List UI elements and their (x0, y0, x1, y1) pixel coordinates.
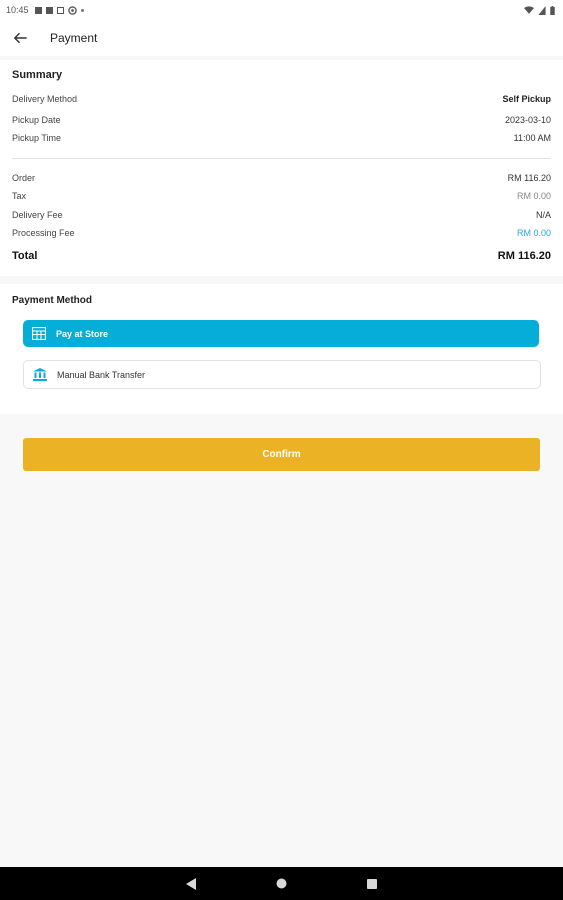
sync-icon (67, 5, 77, 15)
system-nav-bar (0, 867, 563, 900)
summary-row-label: Delivery Method (12, 94, 78, 104)
charge-row-label: Tax (12, 191, 27, 201)
payment-option-pay-at-store[interactable]: Pay at Store (23, 320, 539, 347)
payment-method-card: Payment Method Pay at Store Manual Bank … (0, 284, 563, 414)
payment-option-label: Pay at Store (56, 328, 109, 339)
back-button[interactable] (8, 26, 32, 50)
charge-row-order: Order RM 116.20 (12, 173, 551, 183)
summary-row-value: Self Pickup (502, 94, 551, 104)
charge-row-value: RM 0.00 (516, 228, 551, 238)
charge-row-value: RM 0.00 (516, 191, 551, 201)
nav-back-button[interactable] (182, 874, 202, 894)
nav-home-icon (276, 878, 287, 889)
summary-row-label: Pickup Time (12, 133, 62, 143)
total-row: Total RM 116.20 (12, 250, 551, 262)
notification-icon (45, 6, 53, 14)
charge-row-label: Delivery Fee (12, 210, 63, 220)
summary-divider (12, 158, 551, 159)
summary-row-pickup-date: Pickup Date 2023-03-10 (12, 115, 551, 125)
arrow-back-icon (14, 32, 27, 44)
summary-row-label: Pickup Date (12, 115, 61, 125)
payment-option-manual-bank-transfer[interactable]: Manual Bank Transfer (23, 360, 541, 389)
payment-method-title: Payment Method (12, 295, 93, 306)
summary-card: Summary Delivery Method Self Pickup Pick… (0, 60, 563, 276)
status-system-icons (524, 5, 555, 15)
battery-icon (550, 5, 555, 15)
nav-back-icon (186, 877, 196, 890)
charge-row-tax: Tax RM 0.00 (12, 191, 551, 201)
summary-row-delivery-method: Delivery Method Self Pickup (12, 94, 551, 104)
summary-row-value: 11:00 AM (513, 133, 551, 143)
store-icon (32, 327, 46, 341)
nav-recents-button[interactable] (362, 874, 382, 894)
more-notifications-icon (80, 8, 84, 12)
confirm-button[interactable]: Confirm (23, 438, 540, 471)
summary-row-value: 2023-03-10 (504, 115, 551, 125)
charge-row-value: RM 116.20 (507, 173, 551, 183)
charge-row-processing-fee: Processing Fee RM 0.00 (12, 228, 551, 238)
bank-icon (33, 368, 47, 382)
total-value: RM 116.20 (497, 250, 551, 262)
charge-row-label: Processing Fee (12, 228, 75, 238)
summary-title: Summary (12, 69, 63, 81)
app-bar: Payment (0, 20, 563, 56)
summary-row-pickup-time: Pickup Time 11:00 AM (12, 133, 551, 143)
nav-recents-icon (366, 878, 377, 889)
charge-row-label: Order (12, 173, 36, 183)
notification-icon (34, 6, 42, 14)
notification-icon (56, 6, 64, 14)
charge-row-value: N/A (535, 210, 551, 220)
signal-icon (538, 5, 546, 15)
status-bar: 10:45 (0, 0, 563, 20)
payment-option-label: Manual Bank Transfer (57, 369, 146, 380)
status-time: 10:45 (6, 5, 29, 15)
nav-home-button[interactable] (272, 874, 292, 894)
wifi-icon (524, 5, 534, 14)
page-title: Payment (50, 31, 98, 45)
total-label: Total (12, 250, 38, 262)
charge-row-delivery-fee: Delivery Fee N/A (12, 210, 551, 220)
status-notification-icons (34, 5, 84, 15)
